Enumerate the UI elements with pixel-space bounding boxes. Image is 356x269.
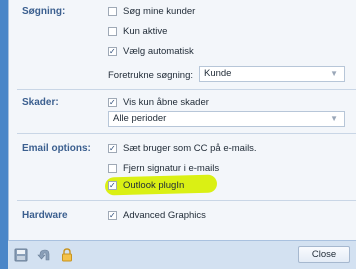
- only-active-checkbox[interactable]: Kun aktive: [108, 25, 167, 38]
- show-open-claims-checkbox[interactable]: Vis kun åbne skader: [108, 96, 209, 109]
- checkbox-box[interactable]: [108, 144, 117, 153]
- checkbox-box[interactable]: [108, 181, 117, 190]
- checkbox-label: Vælg automatisk: [123, 46, 194, 57]
- select-value: Kunde: [204, 68, 232, 79]
- advanced-graphics-checkbox[interactable]: Advanced Graphics: [108, 209, 206, 222]
- checkbox-box[interactable]: [108, 98, 117, 107]
- outlook-plugin-checkbox[interactable]: Outlook plugIn: [108, 179, 184, 192]
- preferred-search-label: Foretrukne søgning:: [108, 70, 194, 81]
- auto-select-checkbox[interactable]: Vælg automatisk: [108, 45, 194, 58]
- section-label-hardware: Hardware: [22, 210, 68, 221]
- section-label-email: Email options:: [22, 143, 91, 154]
- checkbox-label: Vis kun åbne skader: [123, 97, 209, 108]
- section-label-claims: Skader:: [22, 97, 59, 108]
- period-select[interactable]: Alle perioder ▼: [108, 111, 345, 127]
- close-button[interactable]: Close: [298, 246, 350, 263]
- divider: [17, 200, 356, 201]
- checkbox-box[interactable]: [108, 211, 117, 220]
- select-value: Alle perioder: [113, 113, 167, 124]
- footer-bar: Close: [8, 240, 356, 269]
- checkbox-label: Advanced Graphics: [123, 210, 206, 221]
- chevron-down-icon: ▼: [330, 69, 338, 78]
- divider: [17, 133, 356, 134]
- remove-signature-checkbox[interactable]: Fjern signatur i e-mails: [108, 162, 219, 175]
- checkbox-label: Outlook plugIn: [123, 180, 185, 191]
- checkbox-box[interactable]: [108, 27, 117, 36]
- divider: [17, 89, 356, 90]
- settings-panel: Søgning: Søg mine kunder Kun aktive Vælg…: [8, 0, 356, 240]
- chevron-down-icon: ▼: [330, 114, 338, 123]
- undo-icon[interactable]: [36, 247, 52, 263]
- checkbox-box[interactable]: [108, 47, 117, 56]
- lock-icon[interactable]: [59, 247, 75, 263]
- section-label-search: Søgning:: [22, 6, 66, 17]
- checkbox-box[interactable]: [108, 7, 117, 16]
- search-own-customers-checkbox[interactable]: Søg mine kunder: [108, 5, 195, 18]
- cc-user-checkbox[interactable]: Sæt bruger som CC på e-mails.: [108, 142, 257, 155]
- preferred-search-select[interactable]: Kunde ▼: [199, 66, 345, 82]
- checkbox-label: Fjern signatur i e-mails: [123, 163, 220, 174]
- checkbox-label: Kun aktive: [123, 26, 168, 37]
- checkbox-box[interactable]: [108, 164, 117, 173]
- checkbox-label: Søg mine kunder: [123, 6, 196, 17]
- save-icon[interactable]: [13, 247, 29, 263]
- checkbox-label: Sæt bruger som CC på e-mails.: [123, 143, 257, 154]
